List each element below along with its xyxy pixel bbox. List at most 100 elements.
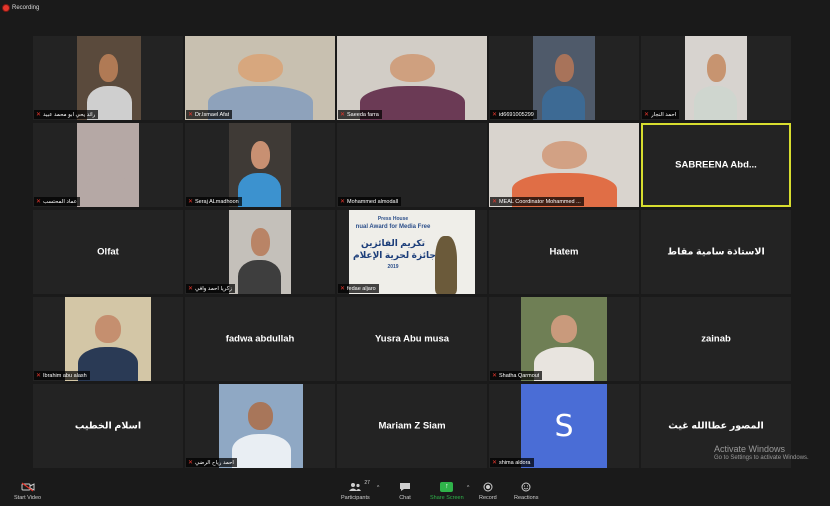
- participant-tile[interactable]: ✕ رائد يحي ابو محمد عبيد: [33, 36, 183, 120]
- participant-tile[interactable]: ✕ عماد المحتسب: [33, 123, 183, 207]
- participant-name: shima aldora: [499, 459, 531, 466]
- participant-body: [542, 86, 585, 120]
- mic-muted-icon: ✕: [492, 372, 498, 379]
- mic-muted-icon: ✕: [340, 285, 346, 292]
- participant-video: [489, 123, 639, 207]
- poster-text: Press House: [377, 216, 409, 222]
- mic-muted-icon: ✕: [36, 198, 42, 205]
- participant-name: رائد يحي ابو محمد عبيد: [43, 111, 96, 118]
- participant-head: [251, 141, 270, 169]
- poster-text: تكريم الفائزين: [361, 238, 425, 248]
- participant-name: Dr.Ismael Afat: [195, 111, 230, 118]
- participant-tile[interactable]: Yusra Abu musa: [337, 297, 487, 381]
- share-screen-button[interactable]: ↑ Share Screen: [430, 482, 464, 501]
- participant-name: fedae aljaro: [347, 285, 376, 292]
- participant-tile[interactable]: ✕ زكريا احمد وافي: [185, 210, 335, 294]
- participant-name-tag: ✕ Dr.Ismael Afat: [186, 110, 233, 119]
- participant-name-tag: ✕ Shatha Qarmout: [490, 371, 543, 380]
- participant-name-tag: ✕ shima aldora: [490, 458, 534, 467]
- recording-label: Recording: [12, 5, 40, 11]
- participant-head: [551, 315, 577, 343]
- participant-tile[interactable]: ✕ احمد رياح الرضي: [185, 384, 335, 468]
- participant-name: Mohammed almodall: [347, 198, 399, 205]
- participant-tile[interactable]: اسلام الخطيب: [33, 384, 183, 468]
- participant-name-tag: ✕ أحمد النجار: [642, 110, 680, 119]
- record-label: Record: [479, 495, 497, 501]
- participant-video: [229, 210, 291, 294]
- participants-button[interactable]: 27 Participants: [341, 480, 370, 501]
- participant-video: [521, 297, 607, 381]
- participant-name-tag: ✕ fedae aljaro: [338, 284, 379, 293]
- participant-tile[interactable]: ✕ Dr.Ismael Afat: [185, 36, 335, 120]
- participant-tile[interactable]: ✕ MEAL Coordinator Mohammed ...: [489, 123, 639, 207]
- participant-display-name: Hatem: [549, 246, 579, 258]
- reactions-label: Reactions: [514, 495, 539, 501]
- reactions-button[interactable]: Reactions: [514, 482, 538, 501]
- record-icon: [481, 482, 495, 492]
- participant-video: [533, 36, 595, 120]
- participant-tile[interactable]: Hatem: [489, 210, 639, 294]
- participant-tile[interactable]: ✕ Saeeda farra: [337, 36, 487, 120]
- start-video-button[interactable]: Start Video: [14, 482, 41, 501]
- participant-body: [534, 347, 594, 381]
- mic-muted-icon: ✕: [188, 111, 194, 118]
- mic-muted-icon: ✕: [644, 111, 650, 118]
- participant-tile[interactable]: الاستاذة سامية مقاط: [641, 210, 791, 294]
- mic-muted-icon: ✕: [188, 459, 194, 466]
- participant-tile[interactable]: S ✕ shima aldora: [489, 384, 639, 468]
- participant-tile[interactable]: ✕ أحمد النجار: [641, 36, 791, 120]
- participant-tile[interactable]: zainab: [641, 297, 791, 381]
- participant-video: [77, 36, 141, 120]
- participant-name-tag: ✕ Ibrahim abu alash: [34, 371, 90, 380]
- participant-tile[interactable]: ✕ Seraj ALmadhoon: [185, 123, 335, 207]
- chat-button[interactable]: Chat: [398, 482, 412, 501]
- participant-tile[interactable]: ✕ Shatha Qarmout: [489, 297, 639, 381]
- participant-display-name: Olfat: [97, 246, 119, 258]
- participant-tile[interactable]: Olfat: [33, 210, 183, 294]
- share-screen-icon: ↑: [440, 482, 454, 492]
- recording-indicator[interactable]: Recording: [3, 5, 39, 11]
- participant-tile[interactable]: ✕ id6691005299: [489, 36, 639, 120]
- watermark-subtitle: Go to Settings to activate Windows.: [714, 455, 809, 461]
- participant-display-name: fadwa abdullah: [225, 333, 295, 345]
- participant-tile[interactable]: SABREENA Abd...: [641, 123, 791, 207]
- participant-head: [99, 141, 118, 169]
- participants-caret-icon[interactable]: ^: [377, 485, 379, 491]
- participants-icon: 27: [348, 480, 370, 492]
- participant-head: [542, 141, 587, 169]
- mic-muted-icon: ✕: [492, 111, 498, 118]
- participant-name: id6691005299: [499, 111, 534, 118]
- participant-name-tag: ✕ MEAL Coordinator Mohammed ...: [490, 197, 584, 206]
- participant-body: [232, 434, 291, 468]
- participant-body: [86, 173, 129, 207]
- chat-label: Chat: [399, 495, 411, 501]
- participant-name-tag: ✕ احمد رياح الرضي: [186, 458, 237, 467]
- participant-tile[interactable]: Mariam Z Siam: [337, 384, 487, 468]
- participant-display-name: المصور عطاالله غيث: [668, 420, 764, 432]
- participant-video: [77, 123, 139, 207]
- record-button[interactable]: Record: [479, 482, 497, 501]
- video-off-icon: [21, 482, 35, 492]
- participant-tile[interactable]: fadwa abdullah: [185, 297, 335, 381]
- participant-video: [337, 36, 487, 120]
- top-bar: Recording: [0, 0, 830, 20]
- participant-name: Ibrahim abu alash: [43, 372, 87, 379]
- participant-tile[interactable]: ✕ Mohammed almodall: [337, 123, 487, 207]
- mic-muted-icon: ✕: [492, 459, 498, 466]
- activate-windows-watermark: Activate Windows Go to Settings to activ…: [714, 444, 809, 461]
- participant-tile[interactable]: Press House nual Award for Media Free تكري…: [337, 210, 487, 294]
- participant-name: Shatha Qarmout: [499, 372, 540, 379]
- start-video-label: Start Video: [14, 495, 42, 501]
- participant-name-tag: ✕ Saeeda farra: [338, 110, 382, 119]
- mic-muted-icon: ✕: [36, 372, 42, 379]
- mic-muted-icon: ✕: [188, 285, 194, 292]
- participant-name: عماد المحتسب: [43, 198, 78, 205]
- share-caret-icon[interactable]: ^: [467, 485, 469, 491]
- reactions-icon: [519, 482, 533, 492]
- participant-name-tag: ✕ عماد المحتسب: [34, 197, 81, 206]
- participant-tile[interactable]: ✕ Ibrahim abu alash: [33, 297, 183, 381]
- participant-display-name: الاستاذة سامية مقاط: [667, 246, 765, 258]
- participant-name-tag: ✕ رائد يحي ابو محمد عبيد: [34, 110, 99, 119]
- participants-label: Participants: [341, 495, 370, 501]
- participant-name: Saeeda farra: [347, 111, 379, 118]
